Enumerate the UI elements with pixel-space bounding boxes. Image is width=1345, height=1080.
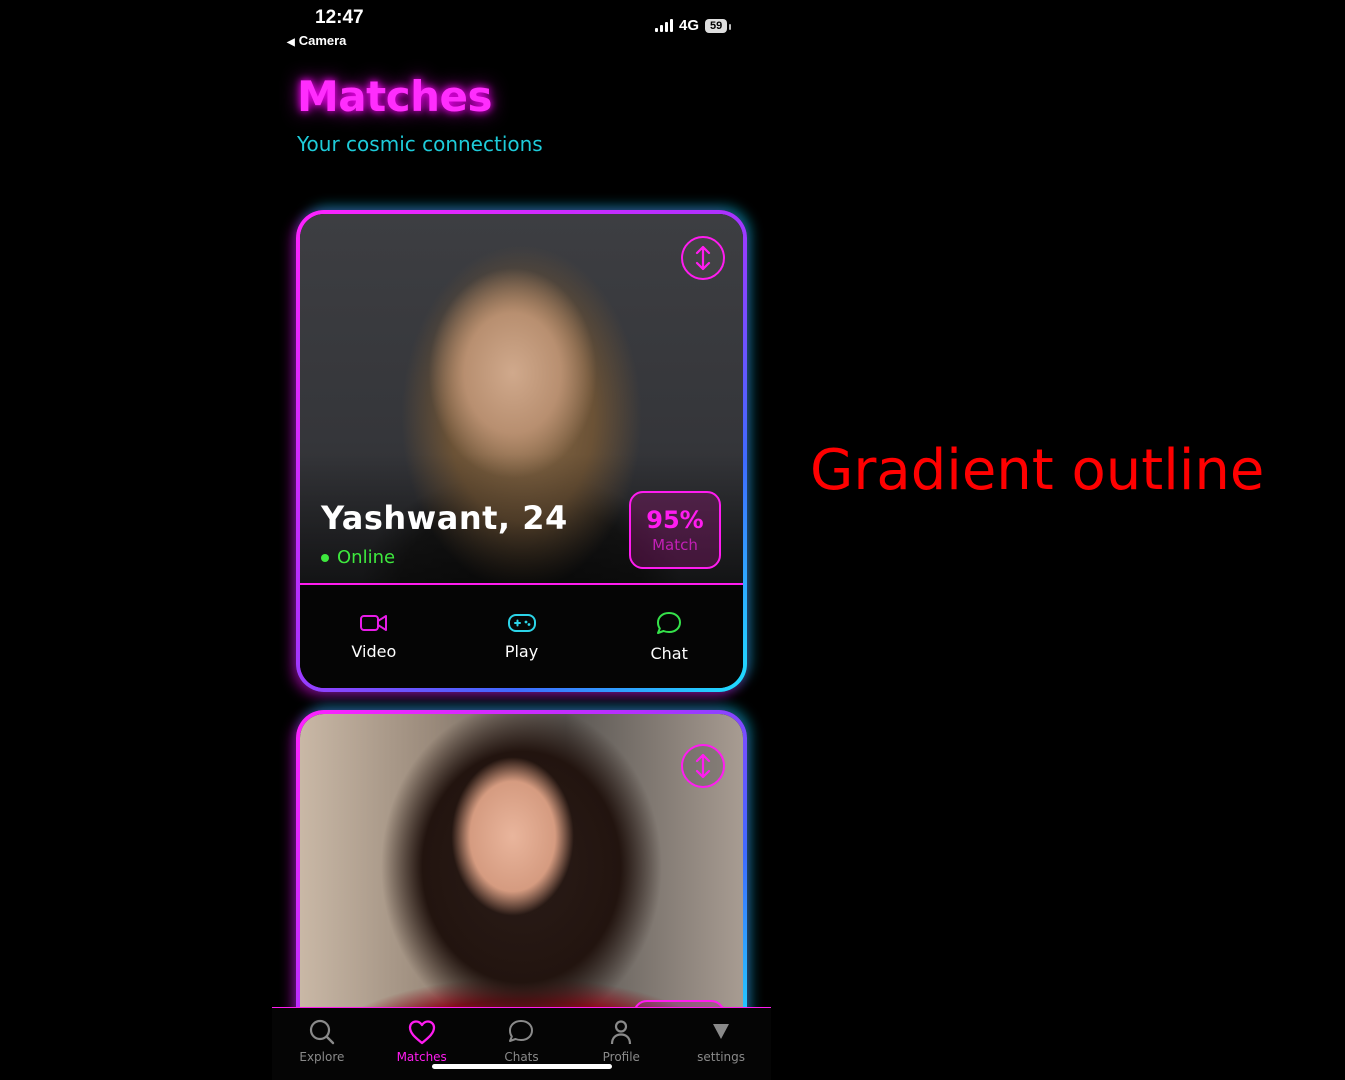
play-button[interactable]: Play: [448, 585, 596, 688]
tab-label: Profile: [602, 1050, 640, 1064]
video-label: Video: [351, 642, 397, 661]
home-indicator[interactable]: [432, 1064, 612, 1069]
gamepad-icon: [507, 614, 536, 632]
match-name: Yashwant, 24: [321, 499, 568, 537]
back-to-camera-link[interactable]: ◀ Camera: [287, 33, 346, 48]
battery-icon: 59: [705, 18, 732, 33]
match-percent: 95%: [646, 506, 704, 534]
online-label: Online: [337, 547, 396, 568]
chat-label: Chat: [650, 644, 688, 663]
chat-bubble-icon: [657, 612, 682, 634]
video-button[interactable]: Video: [300, 585, 448, 688]
tab-label: Explore: [299, 1050, 345, 1064]
annotation-label: Gradient outline: [810, 438, 1265, 503]
match-card[interactable]: Yashwant, 24 Online 95% Match Video Play…: [296, 210, 747, 692]
card-actions: Video Play Chat: [300, 585, 743, 688]
tab-explore[interactable]: Explore: [272, 1008, 372, 1066]
tab-profile[interactable]: Profile: [571, 1008, 671, 1066]
triangle-down-icon: [713, 1024, 730, 1039]
play-label: Play: [504, 642, 539, 661]
match-percent-badge: 95% Match: [629, 491, 721, 569]
profile-photo: [300, 714, 743, 1046]
online-status: Online: [321, 547, 395, 568]
chat-icon: [509, 1020, 534, 1042]
heart-icon: [408, 1020, 435, 1045]
tab-label: settings: [697, 1050, 746, 1064]
signal-icon: [655, 19, 673, 32]
tab-label: Matches: [396, 1050, 447, 1064]
status-time: 12:47: [315, 7, 364, 28]
match-card[interactable]: [296, 710, 747, 1050]
tab-matches[interactable]: Matches: [372, 1008, 472, 1066]
vertical-arrows-icon: [695, 245, 711, 271]
tab-label: Chats: [504, 1050, 539, 1064]
tab-chats[interactable]: Chats: [472, 1008, 572, 1066]
back-label: Camera: [298, 33, 347, 48]
vertical-arrows-icon: [695, 753, 711, 779]
person-icon: [611, 1020, 632, 1045]
phone-screen: 12:47 ◀ Camera 4G 59 Matches Your cosmic …: [272, 0, 771, 1080]
page-title: Matches: [297, 72, 493, 121]
online-dot-icon: [321, 553, 329, 562]
search-icon: [309, 1019, 335, 1045]
swap-button[interactable]: [681, 236, 725, 280]
video-camera-icon: [359, 615, 387, 631]
status-indicators: 4G 59: [655, 17, 732, 34]
back-triangle-icon: ◀: [287, 37, 295, 48]
network-type: 4G: [679, 17, 700, 34]
bottom-tab-bar: Explore Matches Chats Profile settings: [272, 1007, 771, 1080]
swap-button[interactable]: [681, 744, 725, 788]
chat-button[interactable]: Chat: [595, 585, 743, 688]
tab-settings[interactable]: settings: [671, 1008, 771, 1066]
page-subtitle: Your cosmic connections: [297, 132, 543, 156]
match-label: Match: [652, 536, 698, 554]
